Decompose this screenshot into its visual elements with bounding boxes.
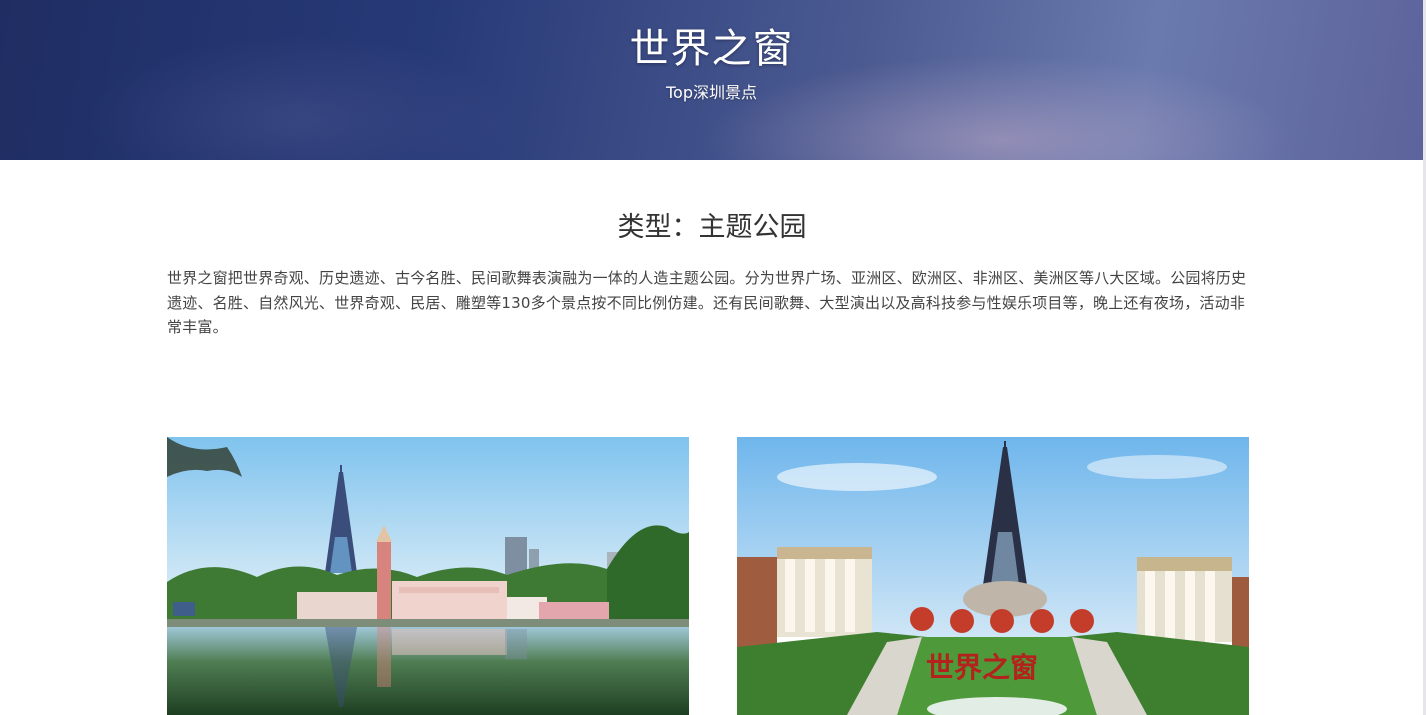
page: 世界之窗 Top深圳景点 类型：主题公园 世界之窗把世界奇观、历史遗迹、古今名胜…: [0, 0, 1426, 715]
flower-bed-sign-text: 世界之窗: [926, 651, 1038, 684]
page-title: 世界之窗: [629, 26, 794, 72]
page-subtitle: Top深圳景点: [665, 83, 757, 102]
attraction-type-heading: 类型：主题公园: [617, 212, 807, 243]
eiffel-tower-lake-photo: [167, 437, 689, 715]
eiffel-tower-plaza-photo: 世界之窗: [737, 437, 1249, 715]
attraction-description: 世界之窗把世界奇观、历史遗迹、古今名胜、民间歌舞表演融为一体的人造主题公园。分为…: [167, 269, 1247, 336]
hero-banner: 世界之窗 Top深圳景点: [0, 0, 1423, 160]
